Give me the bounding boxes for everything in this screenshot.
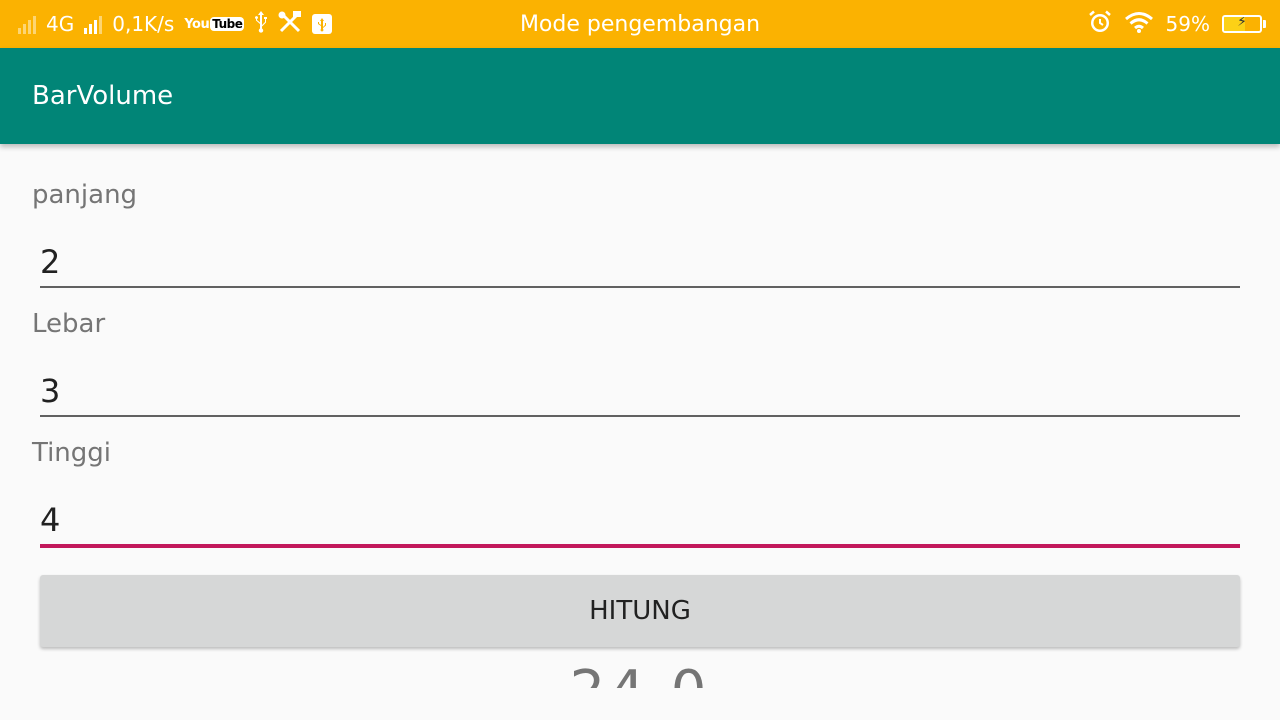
signal-sim2-icon <box>84 14 103 34</box>
panjang-input[interactable] <box>40 238 1240 286</box>
charging-bolt-icon: ⚡ <box>1237 15 1247 30</box>
wifi-icon-svg <box>1124 11 1153 33</box>
usb-debug-icon-svg <box>318 18 327 32</box>
developer-mode-text: Mode pengembangan <box>519 11 761 37</box>
network-speed: 0,1K/s <box>112 12 175 36</box>
tools-icon <box>278 10 302 38</box>
status-bar-left: 4G 0,1K/s You Tube <box>18 0 333 48</box>
status-bar: 4G 0,1K/s You Tube Mode pengembangan 59%… <box>0 0 1280 48</box>
youtube-tube-text: Tube <box>210 17 245 31</box>
status-bar-right: 59% ⚡ <box>1088 0 1266 48</box>
panjang-label: panjang <box>32 180 138 210</box>
panjang-underline <box>40 286 1240 288</box>
alarm-icon-svg <box>1088 10 1111 32</box>
usb-icon-svg <box>255 10 268 33</box>
battery-percent: 59% <box>1165 12 1210 36</box>
usb-icon <box>254 10 268 38</box>
signal-sim1-icon <box>18 14 36 34</box>
battery-tip <box>1263 20 1266 28</box>
result-container: 24.0 <box>0 660 1280 688</box>
battery-icon: ⚡ <box>1222 15 1266 33</box>
wifi-icon <box>1124 11 1154 38</box>
battery-body: ⚡ <box>1222 15 1262 33</box>
tinggi-underline-focused <box>40 544 1240 548</box>
tinggi-input[interactable] <box>40 496 1240 544</box>
result-text: 24.0 <box>570 660 711 688</box>
hitung-button[interactable]: HITUNG <box>40 575 1240 647</box>
network-type: 4G <box>46 12 75 36</box>
tinggi-label: Tinggi <box>32 438 112 468</box>
lebar-label: Lebar <box>32 309 106 339</box>
lebar-input[interactable] <box>40 367 1240 415</box>
app-title: BarVolume <box>32 81 174 111</box>
app-bar: BarVolume <box>0 48 1280 144</box>
lebar-underline <box>40 415 1240 417</box>
usb-debug-icon <box>312 14 333 34</box>
youtube-you-text: You <box>184 16 210 32</box>
tools-icon-svg <box>278 10 302 32</box>
alarm-icon <box>1088 10 1112 39</box>
youtube-icon: You Tube <box>184 16 245 32</box>
